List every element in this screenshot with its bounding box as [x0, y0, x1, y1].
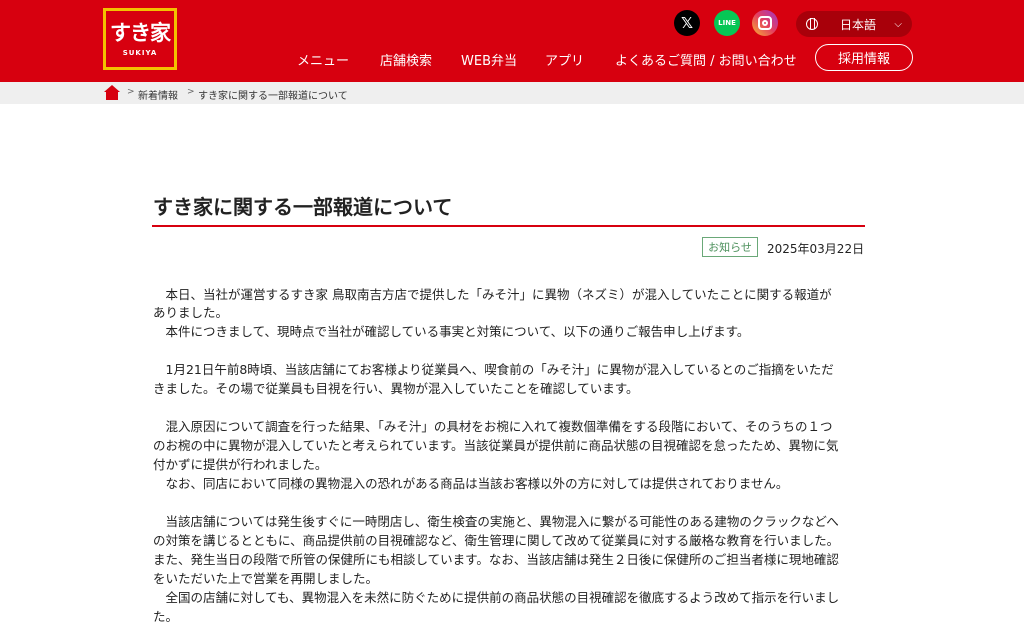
breadcrumb-separator-icon: > — [127, 87, 135, 97]
body-line: の対策を講じるとともに、商品提供前の目視確認など、衛生管理に関して改めて従業員に… — [153, 533, 840, 548]
nav-web-bento[interactable]: WEB弁当 — [461, 50, 517, 69]
body-line: 付かずに提供が行われました。 — [153, 457, 328, 472]
logo-subtext: SUKIYA — [122, 49, 158, 57]
x-logo-icon: 𝕏 — [680, 14, 694, 32]
language-selector[interactable]: 日本語 ⌵ — [796, 11, 912, 37]
x-social-icon[interactable]: 𝕏 — [674, 10, 700, 36]
breadcrumb-news[interactable]: 新着情報 — [138, 87, 178, 102]
page-title: すき家に関する一部報道について — [153, 195, 453, 219]
category-badge: お知らせ — [702, 237, 758, 257]
breadcrumb: > 新着情報 > すき家に関する一部報道について — [0, 82, 1024, 104]
body-line: をいただいた上で営業を再開しました。 — [153, 571, 379, 586]
body-line: 本件につきまして、現時点で当社が確認している事実と対策について、以下の通りご報告… — [153, 324, 750, 339]
body-line: のお椀の中に異物が混入していたと考えられています。当該従業員が提供前に商品状態の… — [153, 438, 839, 453]
instagram-social-icon[interactable] — [752, 10, 778, 36]
chevron-down-icon: ⌵ — [894, 18, 902, 30]
logo-text: すき家 — [110, 21, 171, 45]
nav-faq-contact[interactable]: よくあるご質問 / お問い合わせ — [615, 50, 797, 69]
nav-store-search[interactable]: 店舗検索 — [380, 50, 432, 69]
line-logo-icon: LINE — [718, 19, 736, 27]
nav-app[interactable]: アプリ — [545, 50, 584, 69]
instagram-logo-icon — [758, 16, 772, 30]
title-divider — [152, 225, 865, 227]
home-icon[interactable] — [104, 85, 120, 100]
globe-icon — [806, 18, 818, 30]
language-label: 日本語 — [840, 17, 877, 32]
sukiya-logo[interactable]: すき家 SUKIYA — [103, 8, 177, 70]
line-social-icon[interactable]: LINE — [714, 10, 740, 36]
body-line: 当該店舗については発生後すぐに一時閉店し、衛生検査の実施と、異物混入に繋がる可能… — [153, 514, 839, 529]
nav-menu[interactable]: メニュー — [297, 50, 349, 69]
breadcrumb-separator-icon: > — [187, 87, 195, 97]
publish-date: 2025年03月22日 — [767, 242, 865, 256]
body-line: 混入原因について調査を行った結果、「みそ汁」の具材をお椀に入れて複数個準備をする… — [153, 419, 833, 434]
body-line: ありました。 — [153, 305, 229, 320]
body-line: 1月21日午前8時頃、当該店舗にてお客様より従業員へ、喫食前の「みそ汁」に異物が… — [153, 362, 834, 377]
body-line: また、発生当日の段階で所管の保健所にも相談しています。なお、当該店舗は発生２日後… — [153, 552, 839, 567]
breadcrumb-current: すき家に関する一部報道について — [198, 91, 348, 102]
body-line: きました。その場で従業員も目視を行い、異物が混入していたことを確認しています。 — [153, 381, 639, 396]
site-header: すき家 SUKIYA 𝕏 LINE 日本語 ⌵ メニュー 店舗検索 WEB弁当 … — [0, 0, 1024, 82]
recruit-button[interactable]: 採用情報 — [815, 44, 913, 71]
body-line: 全国の店舗に対しても、異物混入を未然に防ぐために提供前の商品状態の目視確認を徹底… — [153, 590, 840, 605]
body-line: 本日、当社が運営するすき家 鳥取南吉方店で提供した「みそ汁」に異物（ネズミ）が混… — [153, 287, 832, 302]
body-line: た。 — [153, 609, 179, 624]
body-line: なお、同店において同様の異物混入の恐れがある商品は当該お客様以外の方に対しては提… — [153, 476, 789, 491]
